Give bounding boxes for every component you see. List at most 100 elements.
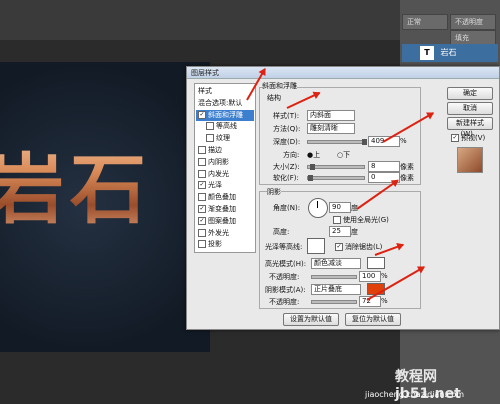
style-list-item[interactable]: ✓ 光泽	[196, 180, 254, 191]
gloss-contour-label: 光泽等高线:	[265, 243, 303, 251]
style-list-item[interactable]: ✓ 斜面和浮雕	[196, 109, 254, 121]
shadow-opacity-label: 不透明度:	[269, 298, 300, 306]
highlight-opacity-field[interactable]: 100	[359, 271, 381, 282]
canvas-text: 岩石	[0, 128, 152, 238]
soften-knob[interactable]	[308, 175, 313, 181]
style-item-label: 等高线	[216, 122, 237, 131]
angle-label: 角度(N):	[273, 204, 301, 212]
style-checkbox[interactable]: ✓	[198, 216, 206, 225]
style-checkbox[interactable]	[198, 193, 206, 202]
blend-mode-select[interactable]: 正常	[402, 14, 448, 30]
style-item-label: 光泽	[208, 181, 222, 190]
style-item-label: 混合选项:默认	[198, 98, 243, 107]
size-slider[interactable]	[307, 164, 365, 170]
style-checkbox[interactable]	[198, 157, 206, 166]
pct-unit-2: %	[381, 297, 388, 305]
shadow-mode-select[interactable]: 正片叠底	[311, 284, 361, 295]
style-checkbox[interactable]	[198, 169, 206, 178]
cancel-button[interactable]: 取消	[447, 102, 493, 115]
style-item-label: 颜色叠加	[208, 193, 236, 202]
style-checkbox[interactable]: ✓	[198, 110, 206, 119]
style-list-item[interactable]: 描边	[196, 145, 254, 156]
angle-dial[interactable]	[308, 198, 328, 218]
style-list-item[interactable]: 等高线	[196, 121, 254, 132]
opacity-field[interactable]: 不透明度	[450, 14, 496, 30]
reset-default-button[interactable]: 复位为默认值	[345, 313, 401, 326]
shading-title: 阴影	[267, 187, 281, 197]
depth-slider[interactable]	[307, 139, 367, 145]
angle-field[interactable]: 90	[329, 202, 351, 213]
style-list-item[interactable]: 内发光	[196, 169, 254, 180]
layer-row-text[interactable]: T 岩石	[402, 44, 498, 62]
highlight-mode-label: 高光模式(H):	[265, 260, 307, 268]
style-list-item[interactable]: 颜色叠加	[196, 192, 254, 203]
style-item-label: 样式	[198, 87, 212, 95]
style-item-label: 外发光	[208, 228, 229, 237]
highlight-opacity-label: 不透明度:	[269, 273, 300, 281]
style-item-label: 内阴影	[208, 157, 229, 166]
structure-title: 结构	[267, 94, 281, 102]
altitude-label: 高度:	[273, 228, 290, 236]
altitude-unit: 度	[351, 228, 358, 236]
style-checkbox[interactable]	[206, 122, 214, 131]
preview-checkbox[interactable]: ✓ 预视(V)	[449, 133, 485, 143]
style-item-label: 投影	[208, 240, 222, 249]
method-label: 方法(Q):	[273, 125, 301, 133]
depth-label: 深度(D):	[273, 138, 301, 146]
style-item-label: 描边	[208, 146, 222, 154]
style-item-label: 纹理	[216, 134, 230, 143]
style-list-item[interactable]: 外发光	[196, 228, 254, 239]
style-checkbox[interactable]: ✓	[198, 181, 206, 190]
text-layer-icon: T	[420, 46, 434, 60]
global-light-checkbox[interactable]: 使用全局光(G)	[331, 215, 389, 225]
style-item-label: 内发光	[208, 169, 229, 178]
style-list-item[interactable]: 纹理	[196, 133, 254, 144]
depth-knob[interactable]	[362, 139, 367, 145]
size-field[interactable]: 8	[368, 161, 400, 172]
style-list-item[interactable]: 内阴影	[196, 157, 254, 168]
size-unit: 像素	[400, 163, 414, 171]
watermark-url: jiaocheng.chazidian.com	[365, 390, 465, 399]
ok-button[interactable]: 确定	[447, 87, 493, 100]
soften-label: 软化(F):	[273, 174, 299, 182]
bevel-section-title: 斜面和浮雕	[262, 81, 297, 91]
highlight-opacity-slider[interactable]	[311, 275, 357, 279]
style-checkbox[interactable]	[198, 228, 206, 237]
style-checkbox[interactable]	[198, 240, 206, 249]
set-default-button[interactable]: 设置为默认值	[283, 313, 339, 326]
gloss-contour-picker[interactable]	[307, 238, 325, 254]
style-preview-thumbnail	[457, 147, 483, 173]
shadow-opacity-slider[interactable]	[311, 300, 357, 304]
direction-label: 方向:	[283, 151, 300, 159]
shadow-mode-label: 阴影模式(A):	[265, 286, 306, 294]
anti-alias-checkbox[interactable]: ✓ 消除锯齿(L)	[333, 242, 382, 252]
layer-style-dialog: 图层样式 样式 混合选项:默认 ✓ 斜面和浮雕 等高线 纹理 描边 内阴影 内发光 ✓ 光泽 颜色叠加…	[186, 66, 500, 330]
style-list-item[interactable]: ✓ 渐变叠加	[196, 204, 254, 215]
style-select[interactable]: 内斜面	[307, 110, 355, 121]
style-item-label: 渐变叠加	[208, 205, 236, 213]
dialog-title: 图层样式	[191, 69, 219, 77]
new-style-button[interactable]: 新建样式(W)...	[447, 117, 493, 138]
pct-unit-1: %	[381, 272, 388, 280]
highlight-color-swatch[interactable]	[367, 257, 385, 269]
style-list-item[interactable]: ✓ 图案叠加	[196, 216, 254, 227]
style-checkbox[interactable]	[206, 134, 214, 143]
size-knob[interactable]	[310, 164, 315, 170]
style-item-label: 图案叠加	[208, 216, 236, 225]
soften-slider[interactable]	[307, 175, 365, 181]
soften-unit: 像素	[400, 174, 414, 182]
style-checkbox[interactable]: ✓	[198, 205, 206, 213]
style-checkbox[interactable]	[198, 146, 206, 154]
style-label: 样式(T):	[273, 112, 300, 120]
direction-up-radio[interactable]: ●上	[307, 150, 320, 160]
style-list-item[interactable]: 样式	[196, 86, 254, 97]
layer-name: 岩石	[440, 48, 457, 57]
method-select[interactable]: 雕刻清晰	[307, 123, 355, 134]
altitude-field[interactable]: 25	[329, 226, 351, 237]
highlight-mode-select[interactable]: 颜色减淡	[311, 258, 361, 269]
direction-down-radio[interactable]: ○下	[337, 150, 350, 160]
depth-unit: %	[400, 137, 407, 145]
style-list-item[interactable]: 投影	[196, 239, 254, 250]
size-label: 大小(Z):	[273, 163, 300, 171]
dialog-titlebar[interactable]: 图层样式	[187, 67, 499, 79]
